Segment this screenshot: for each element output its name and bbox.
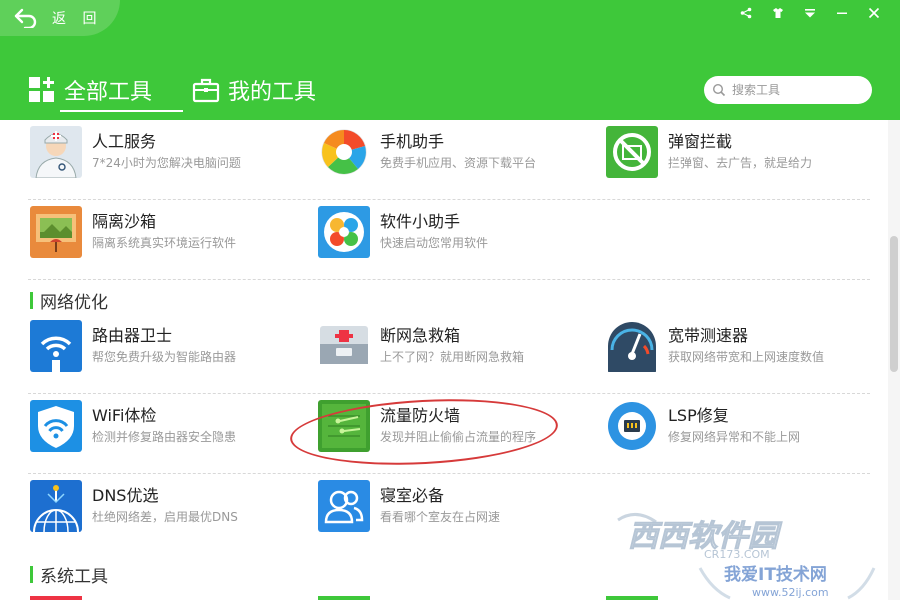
tool-description: 快速启动您常用软件	[380, 236, 489, 250]
grid-plus-icon	[29, 77, 54, 102]
tab-my-tools-label: 我的工具	[228, 80, 317, 105]
scrollbar-thumb[interactable]	[890, 236, 898, 372]
tool-row: 人工服务 7*24小时为您解决电脑问题 手机助手 免费手机应用、资源下载平台 弹…	[28, 120, 870, 200]
tool-description: 看看哪个室友在占网速	[380, 510, 501, 524]
tool-popup-block[interactable]: 弹窗拦截 拦弹窗、去广告，就是给力	[604, 120, 884, 200]
tool-title: 流量防火墙	[380, 406, 461, 425]
tool-software-helper[interactable]: 软件小助手 快速启动您常用软件	[316, 200, 596, 280]
tool-lsp-repair[interactable]: LSP修复 修复网络异常和不能上网	[604, 394, 884, 474]
tab-all-tools-label: 全部工具	[64, 80, 153, 105]
tool-row: DNS优选 杜绝网络差，启用最优DNS 寝室必备 看看哪个室友在占网速	[28, 474, 870, 554]
back-arrow-icon	[14, 8, 37, 28]
skin-icon	[773, 8, 783, 18]
section-title-network: 网络优化	[30, 288, 108, 313]
tool-description: 上不了网？就用断网急救箱	[380, 350, 525, 364]
close-icon	[868, 7, 880, 19]
tab-my-tools[interactable]: 我的工具	[192, 70, 316, 110]
tool-title: 路由器卫士	[92, 326, 173, 345]
tool-description: 帮您免费升级为智能路由器	[92, 350, 237, 364]
tools-list: 人工服务 7*24小时为您解决电脑问题 手机助手 免费手机应用、资源下载平台 弹…	[0, 120, 888, 600]
tool-customer-service[interactable]: 人工服务 7*24小时为您解决电脑问题	[28, 120, 308, 200]
traffic-firewall-icon	[318, 400, 370, 452]
tool-description: 检测并修复路由器安全隐患	[92, 430, 237, 444]
back-button[interactable]: 返 回	[0, 0, 120, 36]
back-label: 返 回	[52, 11, 103, 27]
speedometer-icon	[606, 320, 658, 372]
share-button[interactable]	[730, 4, 762, 22]
tool-row: 隔离沙箱 隔离系统真实环境运行软件 软件小助手 快速启动您常用软件	[28, 200, 870, 280]
tool-first-aid-kit[interactable]: 断网急救箱 上不了网？就用断网急救箱	[316, 314, 596, 394]
tool-title: LSP修复	[668, 406, 729, 425]
tool-title: 隔离沙箱	[92, 212, 157, 231]
dns-globe-icon	[30, 480, 82, 532]
tool-phone-assistant[interactable]: 手机助手 免费手机应用、资源下载平台	[316, 120, 596, 200]
partial-tool-icon	[318, 596, 370, 600]
first-aid-kit-icon	[318, 320, 370, 372]
menu-icon	[805, 9, 815, 18]
tool-title: WiFi体检	[92, 406, 157, 425]
tool-title: 宽带测速器	[668, 326, 749, 345]
tool-description: 免费手机应用、资源下载平台	[380, 156, 537, 170]
router-guard-icon	[30, 320, 82, 372]
toolbox-icon	[192, 78, 220, 103]
search-icon	[712, 83, 726, 97]
window-controls	[730, 4, 890, 22]
share-icon	[740, 7, 752, 19]
skin-button[interactable]	[762, 4, 794, 22]
search-input[interactable]	[732, 83, 862, 97]
customer-service-icon	[30, 126, 82, 178]
tool-description: 获取网络带宽和上网速度数值	[668, 350, 825, 364]
tool-title: DNS优选	[92, 486, 159, 505]
lsp-repair-icon	[606, 400, 658, 452]
tool-dns-select[interactable]: DNS优选 杜绝网络差，启用最优DNS	[28, 474, 308, 554]
tool-title: 寝室必备	[380, 486, 445, 505]
phone-assistant-icon	[318, 126, 370, 178]
partial-tool-icon	[606, 596, 658, 600]
minimize-icon	[837, 12, 847, 14]
tool-wifi-check[interactable]: WiFi体检 检测并修复路由器安全隐患	[28, 394, 308, 474]
wifi-check-icon	[30, 400, 82, 452]
header: 返 回 全部工具 我的工具 搜索工具	[0, 0, 900, 120]
tool-description: 拦弹窗、去广告，就是给力	[668, 156, 813, 170]
tool-speedometer[interactable]: 宽带测速器 获取网络带宽和上网速度数值	[604, 314, 884, 394]
search-box	[704, 76, 872, 104]
popup-block-icon	[606, 126, 658, 178]
section-title-system-tools: 系统工具	[30, 562, 108, 587]
menu-button[interactable]	[794, 4, 826, 22]
tool-title: 断网急救箱	[380, 326, 461, 345]
close-button[interactable]	[858, 4, 890, 22]
sandbox-icon	[30, 206, 82, 258]
tool-description: 隔离系统真实环境运行软件	[92, 236, 237, 250]
tool-title: 弹窗拦截	[668, 132, 733, 151]
tool-description: 修复网络异常和不能上网	[668, 430, 801, 444]
tool-dorm-essentials[interactable]: 寝室必备 看看哪个室友在占网速	[316, 474, 596, 554]
tool-title: 软件小助手	[380, 212, 461, 231]
software-helper-icon	[318, 206, 370, 258]
partial-tool-icon	[30, 596, 82, 600]
dorm-users-icon	[318, 480, 370, 532]
tool-router-guard[interactable]: 路由器卫士 帮您免费升级为智能路由器	[28, 314, 308, 394]
minimize-button[interactable]	[826, 4, 858, 22]
tool-description: 7*24小时为您解决电脑问题	[92, 156, 241, 170]
tool-traffic-firewall[interactable]: 流量防火墙 发现并阻止偷偷占流量的程序	[316, 394, 596, 474]
tool-description: 发现并阻止偷偷占流量的程序	[380, 430, 537, 444]
tool-row: 路由器卫士 帮您免费升级为智能路由器 断网急救箱 上不了网？就用断网急救箱 宽带…	[28, 314, 870, 394]
tool-title: 人工服务	[92, 132, 157, 151]
tab-all-tools[interactable]: 全部工具	[28, 70, 183, 112]
tool-description: 杜绝网络差，启用最优DNS	[92, 510, 238, 524]
tool-row: WiFi体检 检测并修复路由器安全隐患 流量防火墙 发现并阻止偷偷占流量的程序 …	[28, 394, 870, 474]
tool-sandbox[interactable]: 隔离沙箱 隔离系统真实环境运行软件	[28, 200, 308, 280]
tool-title: 手机助手	[380, 132, 445, 151]
